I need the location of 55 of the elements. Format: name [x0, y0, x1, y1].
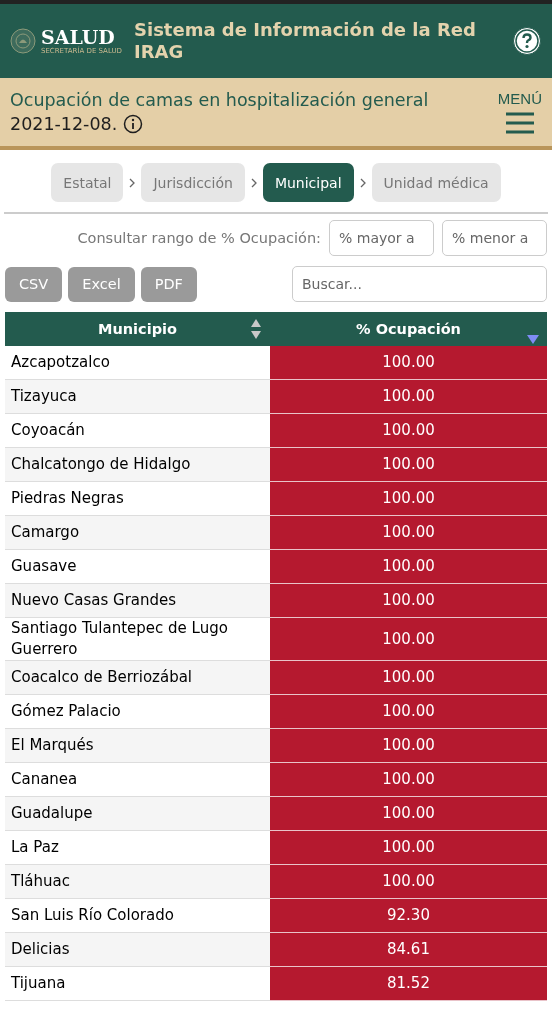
municipality-cell: El Marqués	[5, 728, 270, 763]
help-icon[interactable]	[512, 26, 542, 56]
municipality-cell: Chalcatongo de Hidalgo	[5, 447, 270, 482]
export-button[interactable]: PDF	[140, 266, 197, 302]
occupancy-cell: 100.00	[270, 728, 547, 763]
occupancy-cell: 100.00	[270, 830, 547, 865]
occupancy-cell: 100.00	[270, 864, 547, 899]
occupancy-cell: 100.00	[270, 413, 547, 448]
sort-icon[interactable]	[250, 318, 262, 340]
occupancy-cell: 100.00	[270, 346, 547, 380]
occupancy-cell: 81.52	[270, 966, 547, 1001]
report-date: 2021-12-08.	[10, 113, 118, 135]
page-title: Ocupación de camas en hospitalización general	[10, 89, 430, 111]
occupancy-cell: 100.00	[270, 515, 547, 550]
min-percent-field[interactable]: % mayor a	[329, 220, 434, 256]
export-button[interactable]: Excel	[68, 266, 135, 302]
level-tab[interactable]: Municipal	[262, 163, 354, 202]
municipality-cell: Guadalupe	[5, 796, 270, 831]
search-field[interactable]: Buscar...	[292, 266, 547, 302]
chevron-icon	[250, 177, 257, 188]
seal-icon	[10, 28, 36, 54]
menu-icon	[504, 110, 535, 135]
occupancy-cell: 84.61	[270, 932, 547, 967]
max-percent-field[interactable]: % menor a	[442, 220, 547, 256]
occupancy-cell: 100.00	[270, 549, 547, 584]
sort-descending-icon[interactable]	[527, 335, 539, 344]
occupancy-cell: 100.00	[270, 379, 547, 414]
export-button[interactable]: CSV	[5, 266, 63, 302]
level-tab[interactable]: Unidad médica	[371, 163, 501, 202]
occupancy-cell: 92.30	[270, 898, 547, 933]
occupancy-cell: 100.00	[270, 617, 547, 661]
occupancy-cell: 100.00	[270, 481, 547, 516]
app-title: Sistema de Información de la Red IRAG	[134, 19, 477, 63]
occupancy-cell: 100.00	[270, 762, 547, 797]
municipality-cell: Tláhuac	[5, 864, 270, 899]
level-tab[interactable]: Jurisdicción	[141, 163, 245, 202]
menu-button[interactable]: MENÚ	[497, 89, 542, 135]
chevron-icon	[359, 177, 366, 188]
occupancy-cell: 100.00	[270, 660, 547, 695]
municipality-cell: Nuevo Casas Grandes	[5, 583, 270, 618]
municipality-cell: Delicias	[5, 932, 270, 967]
level-tab[interactable]: Estatal	[51, 163, 124, 202]
column-header[interactable]: Municipio	[5, 312, 270, 346]
occupancy-cell: 100.00	[270, 694, 547, 729]
municipality-cell: Coacalco de Berriozábal	[5, 660, 270, 695]
occupancy-cell: 100.00	[270, 447, 547, 482]
chevron-icon	[129, 177, 136, 188]
column-header[interactable]: % Ocupación	[270, 312, 547, 346]
occupancy-cell: 100.00	[270, 583, 547, 618]
municipality-cell: Camargo	[5, 515, 270, 550]
range-label: Consultar rango de % Ocupación:	[77, 230, 321, 246]
info-icon[interactable]	[123, 114, 144, 134]
municipality-cell: Tizayuca	[5, 379, 270, 414]
occupancy-cell: 100.00	[270, 796, 547, 831]
logo-text: SALUD	[41, 26, 116, 47]
